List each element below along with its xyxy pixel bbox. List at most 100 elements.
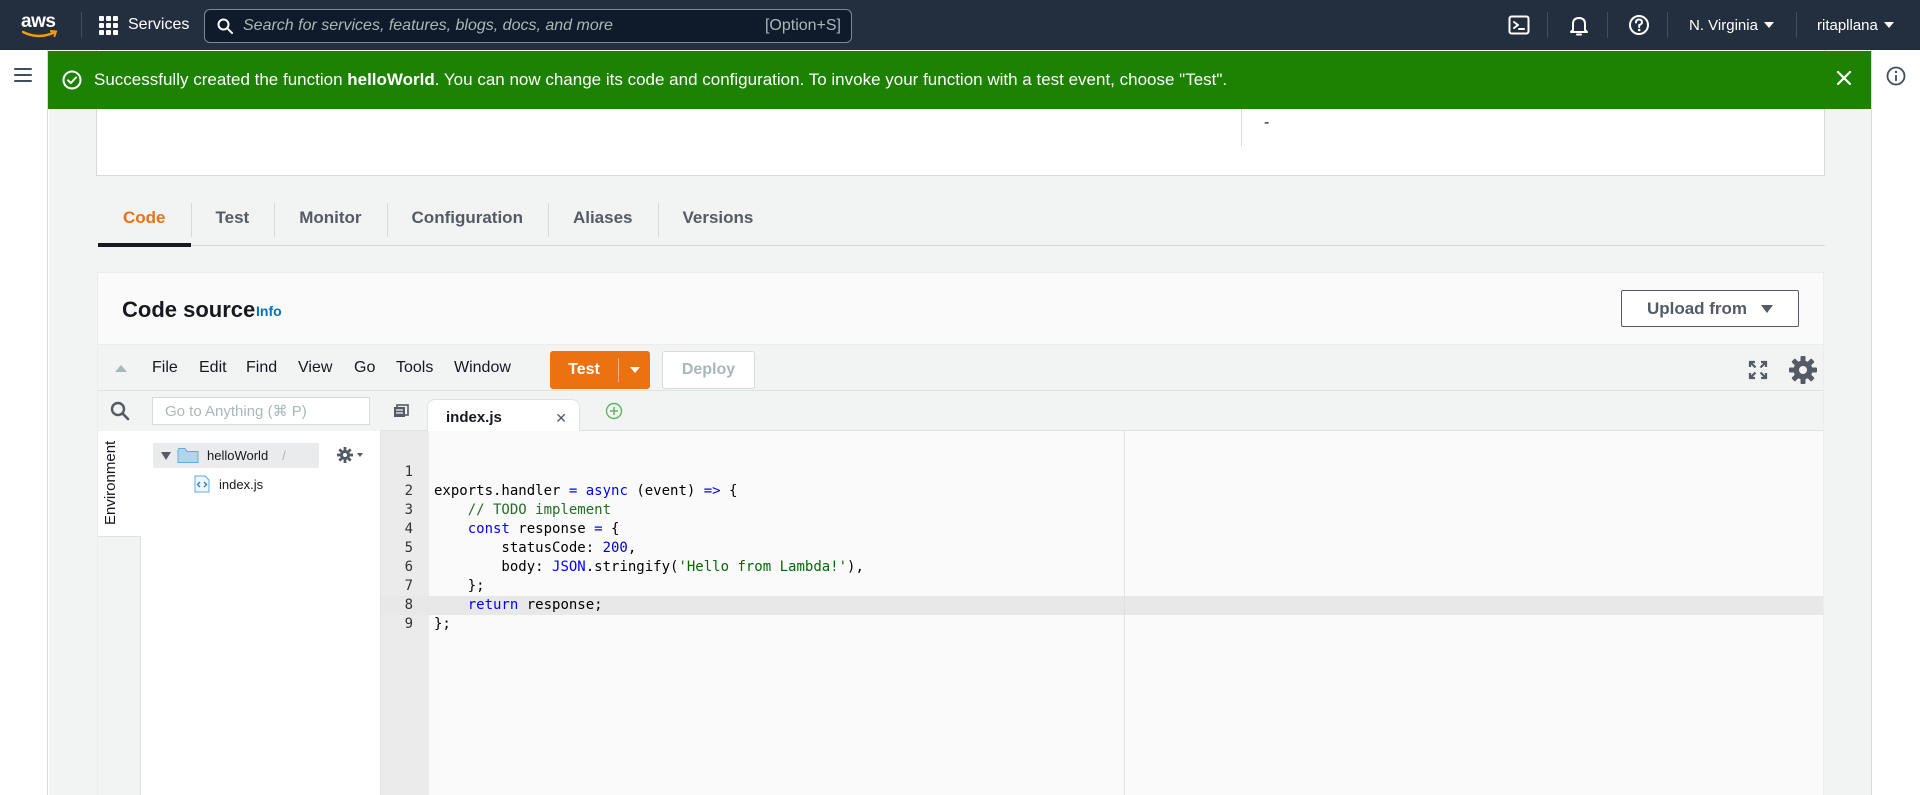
code-source-panel: Code source Info Upload from File Edit F…: [97, 272, 1824, 795]
line-number: 9: [404, 616, 413, 632]
goto-anything-bar: [98, 391, 381, 431]
code-line: 2 // TODO implement: [381, 463, 1823, 518]
search-shortcut-hint: [Option+S]: [764, 17, 841, 34]
cloudshell-icon[interactable]: [1508, 14, 1530, 36]
collapse-menu-icon[interactable]: [115, 365, 127, 372]
test-button-label: Test: [568, 361, 600, 378]
chevron-down-icon: [629, 367, 640, 373]
tab-monitor[interactable]: Monitor: [274, 190, 386, 245]
account-menu[interactable]: ritapllana: [1817, 0, 1894, 50]
menu-tools[interactable]: Tools: [396, 359, 433, 377]
tab-configuration[interactable]: Configuration: [386, 190, 548, 245]
tab-list-icon[interactable]: [393, 404, 409, 418]
top-navigation-bar: aws Services [Option+S] N. Vi: [0, 0, 1920, 50]
notifications-bell-icon[interactable]: [1568, 14, 1590, 36]
test-dropdown-toggle[interactable]: [619, 367, 650, 373]
tab-label: Monitor: [299, 207, 362, 227]
ide-body: Environment helloWorld /: [98, 391, 1823, 795]
tab-label: Aliases: [572, 207, 633, 227]
upload-from-label: Upload from: [1646, 298, 1748, 318]
tab-code[interactable]: Code: [98, 190, 191, 247]
hamburger-menu-icon[interactable]: [14, 68, 32, 82]
code-line: 7 return response;: [381, 558, 1823, 613]
editor-tab-index-js[interactable]: index.js ✕: [427, 399, 580, 432]
code-line: 3 const response = {: [381, 482, 1823, 537]
flash-message: Successfully created the function helloW…: [94, 70, 1227, 90]
tab-test[interactable]: Test: [190, 190, 275, 245]
code-line: 8 };: [381, 577, 1823, 632]
menu-find[interactable]: Find: [246, 359, 277, 377]
menu-file[interactable]: File: [152, 359, 178, 377]
tree-settings-gear-icon[interactable]: [337, 447, 365, 463]
code-line: 6 };: [381, 539, 1823, 594]
test-button[interactable]: Test: [550, 351, 650, 389]
code-source-header: Code source Info Upload from: [98, 273, 1823, 345]
close-icon[interactable]: [1835, 69, 1853, 87]
tree-file-item[interactable]: index.js: [193, 475, 263, 493]
account-username: ritapllana: [1817, 16, 1878, 34]
folder-icon: [177, 448, 199, 463]
services-label: Services: [128, 16, 190, 33]
success-flash-banner: Successfully created the function helloW…: [48, 51, 1871, 109]
region-label: N. Virginia: [1689, 16, 1758, 34]
preferences-gear-icon[interactable]: [1788, 355, 1818, 385]
tab-label: Configuration: [411, 207, 523, 227]
global-search-box[interactable]: [Option+S]: [204, 9, 852, 43]
tab-aliases[interactable]: Aliases: [547, 190, 658, 245]
code-editor: index.js ✕ 1 exports.handler = async (ev…: [381, 391, 1823, 795]
tree-root-folder[interactable]: helloWorld /: [153, 443, 319, 468]
nav-divider: [81, 12, 82, 38]
tab-label: Versions: [682, 207, 754, 227]
services-grid-icon: [99, 15, 118, 35]
file-tree: helloWorld / index.js: [141, 431, 381, 795]
close-tab-icon[interactable]: ✕: [555, 410, 567, 427]
info-panel-icon[interactable]: [1886, 66, 1906, 86]
nav-divider: [1547, 12, 1548, 38]
success-check-icon: [62, 70, 82, 90]
deploy-button-label: Deploy: [681, 361, 736, 378]
nav-divider: [1607, 12, 1608, 38]
search-icon: [110, 401, 130, 421]
chevron-down-icon: [1763, 22, 1774, 28]
menu-go[interactable]: Go: [354, 359, 375, 377]
tab-versions[interactable]: Versions: [657, 190, 779, 245]
menu-window[interactable]: Window: [454, 359, 511, 377]
goto-anything-input[interactable]: [152, 397, 370, 425]
code-line: 4 statusCode: 200,: [381, 501, 1823, 556]
global-search-input[interactable]: [243, 17, 765, 35]
column-divider: [1241, 108, 1242, 146]
services-menu-button[interactable]: Services: [99, 0, 189, 50]
fullscreen-icon[interactable]: [1748, 360, 1768, 380]
code-line: 1 exports.handler = async (event) => {: [381, 444, 1823, 499]
search-icon: [217, 18, 233, 34]
menu-edit[interactable]: Edit: [199, 359, 227, 377]
environment-tab-label: Environment: [102, 440, 119, 525]
help-icon[interactable]: [1628, 14, 1650, 36]
menu-view[interactable]: View: [298, 359, 332, 377]
tab-label: Code: [123, 207, 166, 227]
add-tab-icon[interactable]: [605, 402, 623, 420]
tree-root-name: helloWorld: [207, 448, 269, 463]
chevron-down-icon: [1761, 304, 1774, 313]
flash-message-suffix: . You can now change its code and config…: [434, 70, 1228, 89]
nav-divider: [1796, 12, 1797, 38]
chevron-down-icon: [1883, 22, 1894, 28]
flash-message-prefix: Successfully created the function: [94, 70, 348, 89]
environment-sidebar-strip: Environment: [98, 431, 141, 795]
tab-label: Test: [215, 207, 250, 227]
info-link[interactable]: Info: [256, 303, 282, 319]
overview-value-empty: -: [1264, 114, 1270, 131]
region-selector[interactable]: N. Virginia: [1689, 0, 1774, 50]
flash-function-name: helloWorld: [347, 70, 435, 89]
aws-smile-icon: [22, 30, 58, 38]
right-help-rail: [1871, 50, 1920, 795]
aws-logo[interactable]: aws: [20, 9, 60, 41]
code-line: 9: [381, 596, 1823, 632]
deploy-button[interactable]: Deploy: [662, 351, 755, 389]
environment-tab[interactable]: Environment: [98, 431, 141, 537]
code-text-area[interactable]: 1 exports.handler = async (event) => { 2…: [381, 431, 1823, 795]
code-source-title: Code source: [122, 297, 256, 322]
editor-tab-label: index.js: [446, 409, 502, 426]
expand-arrow-icon[interactable]: [161, 451, 171, 460]
upload-from-button[interactable]: Upload from: [1621, 290, 1799, 327]
